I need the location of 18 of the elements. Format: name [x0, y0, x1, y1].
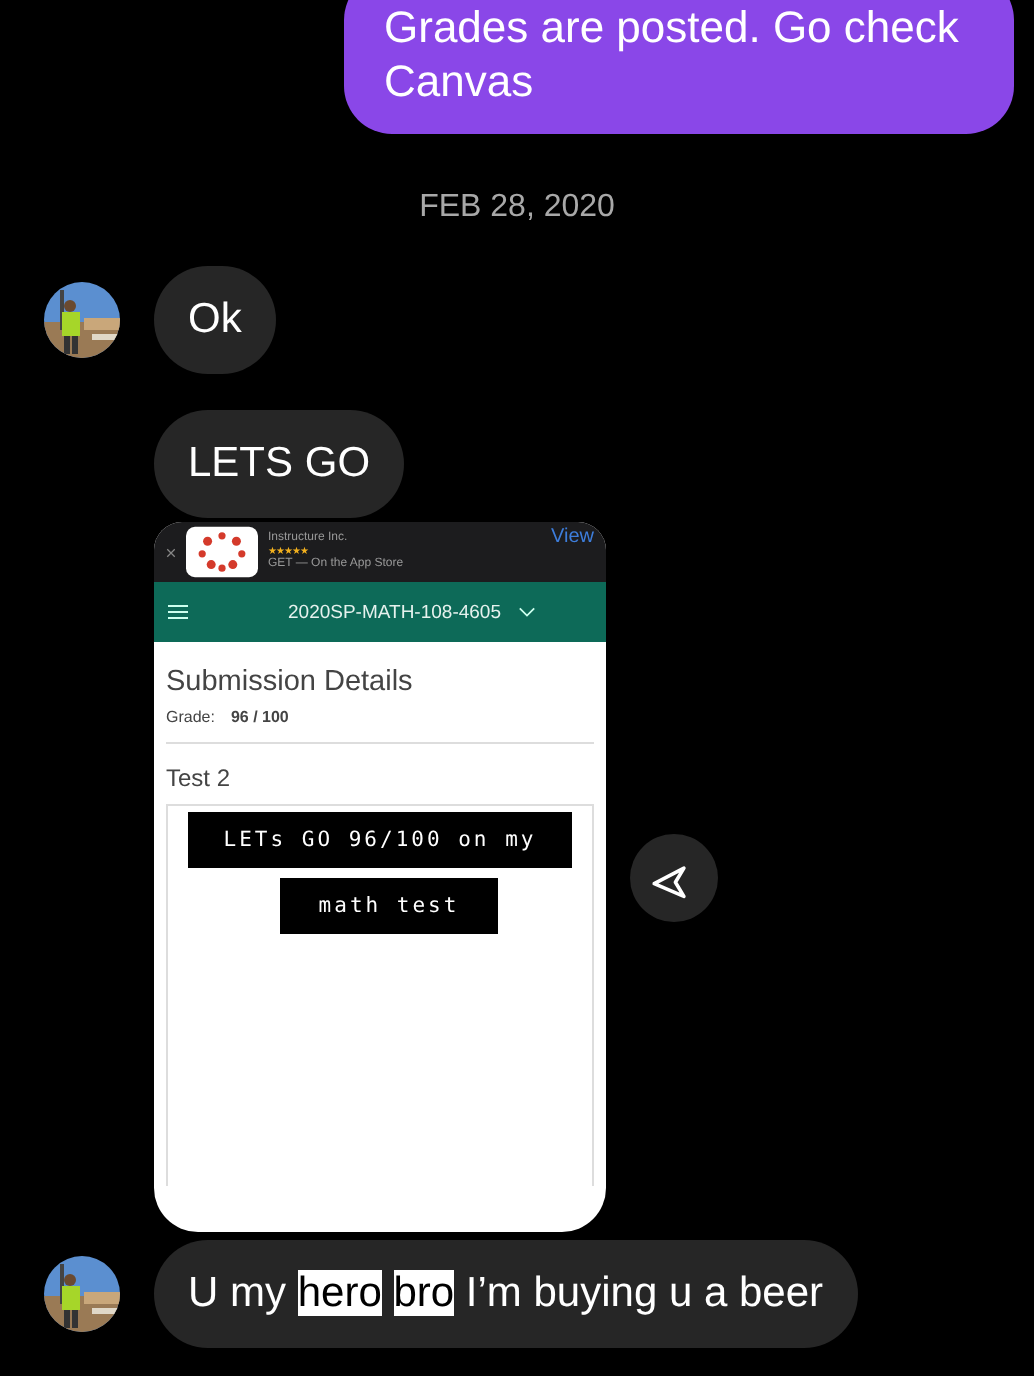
date-label: FEB 28, 2020 — [417, 190, 617, 226]
close-icon[interactable] — [166, 547, 176, 557]
menu-icon[interactable] — [168, 604, 188, 620]
message-bubble: Grades are posted. Go check Canvas — [344, 0, 1014, 134]
caption-sticker: math test — [280, 878, 498, 934]
view-link[interactable]: View — [551, 526, 594, 548]
assignment-title: Test 2 — [166, 764, 233, 792]
grade-label: Grade: — [166, 708, 215, 726]
message-bubble: U my hero bro I’m buying u a beer — [154, 1240, 858, 1348]
share-button[interactable] — [630, 833, 718, 921]
course-title[interactable]: 2020SP-MATH-108-4605 — [288, 601, 501, 623]
page-heading: Submission Details — [166, 666, 415, 698]
message-bubble: Ok — [154, 266, 276, 374]
message-bubble: LETS GO — [154, 410, 405, 518]
app-logo-icon — [186, 526, 258, 578]
caption-sticker: LETs GO 96/100 on my — [188, 812, 572, 868]
grade-value: 96 / 100 — [230, 708, 289, 726]
chevron-down-icon[interactable] — [517, 606, 535, 618]
